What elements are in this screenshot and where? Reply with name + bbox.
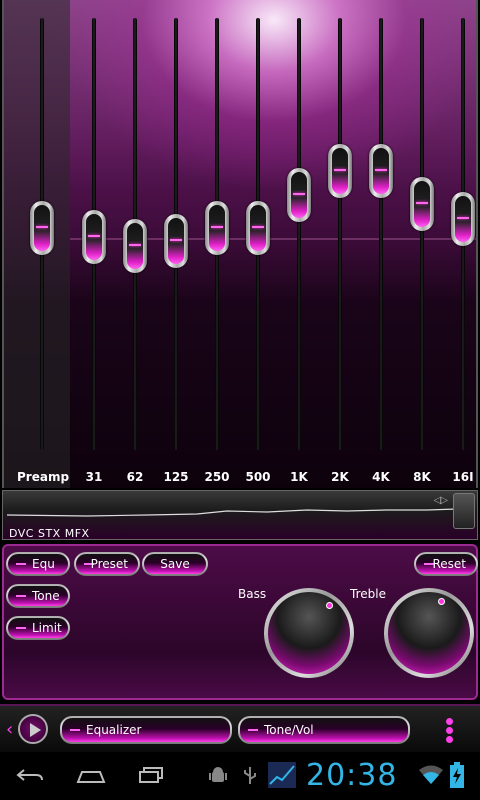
battery-charging-icon — [450, 762, 464, 788]
system-bar: 20:38 — [0, 752, 480, 800]
save-button[interactable]: Save — [142, 552, 208, 576]
recent-apps-icon[interactable] — [138, 766, 164, 784]
chevron-left-icon[interactable]: ‹ — [6, 719, 13, 740]
eq-slider-knob[interactable] — [246, 201, 270, 255]
stock-graph-icon — [268, 762, 296, 788]
preset-button[interactable]: Preset — [74, 552, 140, 576]
eq-band-label: Preamp — [17, 470, 70, 484]
tab-tone-vol-label: Tone/Vol — [264, 723, 314, 737]
eq-track[interactable] — [420, 18, 424, 450]
equalizer-panel: Preamp 31 62 125 250 500 1K 2K 4K 8K 16I — [2, 0, 478, 488]
treble-knob-indicator — [438, 598, 445, 605]
bottom-tab-bar: ‹ Equalizer Tone/Vol — [0, 704, 480, 752]
treble-label: Treble — [350, 587, 386, 601]
equ-toggle[interactable]: Equ — [6, 552, 70, 576]
control-panel: Equ Tone Limit Preset Save Reset Bass Tr… — [2, 544, 478, 700]
status-clock: 20:38 — [306, 758, 398, 793]
tone-toggle[interactable]: Tone — [6, 584, 70, 608]
toggle-indicator-icon — [16, 627, 26, 629]
eq-shine — [4, 0, 476, 240]
visualizer-strip: ◁▷ DVC STX MFX — [2, 490, 478, 540]
usb-icon — [244, 767, 256, 784]
toggle-indicator-icon — [16, 595, 26, 597]
visualizer-scroll-handle[interactable] — [453, 493, 475, 529]
eq-slider-knob[interactable] — [123, 218, 147, 273]
eq-track[interactable] — [379, 18, 383, 450]
eq-slider-knob[interactable] — [369, 143, 393, 198]
eq-slider-knob[interactable] — [287, 168, 311, 222]
reset-button[interactable]: Reset — [414, 552, 478, 576]
eq-track[interactable] — [297, 18, 301, 450]
tab-equalizer-label: Equalizer — [86, 723, 142, 737]
tab-indicator-icon — [70, 729, 80, 731]
home-icon[interactable] — [76, 768, 106, 784]
limit-toggle[interactable]: Limit — [6, 616, 70, 640]
eq-track[interactable] — [338, 18, 342, 450]
treble-knob[interactable] — [384, 588, 474, 678]
eq-slider-knob[interactable] — [328, 143, 352, 198]
tab-indicator-icon — [248, 729, 258, 731]
tone-toggle-label: Tone — [32, 589, 60, 603]
bass-knob[interactable] — [264, 588, 354, 678]
eq-band-label: 16I — [452, 470, 474, 484]
eq-slider-knob[interactable] — [410, 176, 434, 231]
tab-tone-vol[interactable]: Tone/Vol — [238, 716, 410, 744]
more-menu-icon[interactable] — [446, 718, 454, 743]
eq-slider-knob[interactable] — [30, 201, 54, 255]
waveform — [7, 508, 457, 517]
eq-slider-knob[interactable] — [451, 192, 475, 247]
android-debug-icon — [209, 767, 227, 782]
back-icon[interactable] — [16, 768, 44, 784]
scroll-arrows-icon: ◁▷ — [433, 495, 448, 506]
save-button-label: Save — [160, 557, 190, 571]
eq-slider-knob[interactable] — [205, 201, 229, 255]
tab-equalizer[interactable]: Equalizer — [60, 716, 232, 744]
limit-toggle-label: Limit — [32, 621, 62, 635]
reset-button-label: Reset — [432, 557, 466, 571]
toggle-indicator-icon — [16, 563, 26, 565]
eq-slider-knob[interactable] — [164, 214, 188, 269]
play-button[interactable] — [18, 714, 48, 744]
visualizer-label: DVC STX MFX — [9, 527, 90, 540]
equ-toggle-label: Equ — [32, 557, 55, 571]
eq-slider-knob[interactable] — [82, 209, 106, 264]
preset-button-label: Preset — [90, 557, 128, 571]
bass-label: Bass — [238, 587, 267, 601]
bass-knob-indicator — [326, 602, 333, 609]
wifi-icon — [419, 765, 443, 784]
